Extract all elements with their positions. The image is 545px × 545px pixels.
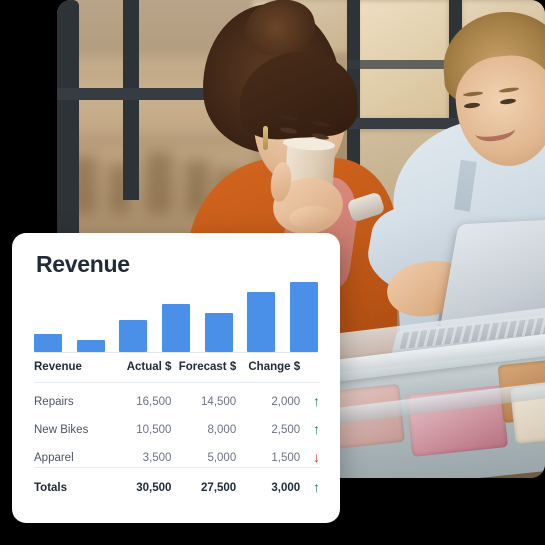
- cell-trend: ↑: [300, 383, 320, 411]
- revenue-bar-chart: [34, 275, 318, 353]
- trend-up-icon: ↑: [313, 479, 320, 495]
- bar-7: [289, 282, 318, 352]
- column-header-change: Change $: [248, 361, 301, 373]
- table-totals-row: Totals 30,500 27,500 3,000 ↑: [34, 468, 320, 495]
- bar-6: [247, 292, 276, 352]
- column-header-forecast: Forecast $: [178, 361, 237, 373]
- bar-5: [204, 313, 233, 352]
- trend-down-icon: ↓: [313, 449, 320, 465]
- cell-category: Apparel: [34, 451, 74, 464]
- table-row: Apparel 3,500 5,000 1,500 ↓: [34, 439, 320, 468]
- cell-forecast: 14,500: [201, 395, 237, 408]
- cell-actual: 30,500: [136, 481, 172, 494]
- column-header-revenue: Revenue: [34, 361, 82, 373]
- trend-up-icon: ↑: [313, 393, 320, 409]
- card-title: Revenue: [36, 251, 130, 277]
- cell-forecast: 5,000: [207, 451, 237, 464]
- bar-series: [34, 275, 318, 352]
- revenue-card: Revenue Revenue Actual $ Forecast $ Chan…: [12, 233, 340, 523]
- cell-trend: ↑: [300, 411, 320, 439]
- table-header-row: Revenue Actual $ Forecast $ Change $: [34, 361, 320, 383]
- cell-trend: ↓: [300, 439, 320, 468]
- cell-category: Repairs: [34, 395, 74, 408]
- cell-change: 2,000: [271, 395, 301, 408]
- table-row: New Bikes 10,500 8,000 2,500 ↑: [34, 411, 320, 439]
- cell-actual: 3,500: [142, 451, 172, 464]
- table-body: Repairs 16,500 14,500 2,000 ↑ New Bikes 10,500…: [34, 382, 320, 496]
- cell-forecast: 8,000: [207, 423, 237, 436]
- cell-change: 3,000: [271, 481, 301, 494]
- column-header-actual: Actual $: [126, 361, 172, 373]
- trend-up-icon: ↑: [313, 421, 320, 437]
- cell-trend: ↑: [300, 468, 320, 495]
- cell-category: Totals: [34, 481, 68, 494]
- cell-actual: 16,500: [136, 395, 172, 408]
- cell-forecast: 27,500: [201, 481, 237, 494]
- cell-change: 1,500: [271, 451, 301, 464]
- cell-change: 2,500: [271, 423, 301, 436]
- table-head: Revenue Actual $ Forecast $ Change $: [34, 361, 320, 383]
- table-row: Repairs 16,500 14,500 2,000 ↑: [34, 383, 320, 411]
- bar-3: [119, 320, 148, 352]
- cell-actual: 10,500: [136, 423, 172, 436]
- column-header-trend: [300, 361, 320, 383]
- cell-category: New Bikes: [34, 423, 89, 436]
- chart-baseline-axis: [34, 352, 318, 353]
- revenue-table: Revenue Actual $ Forecast $ Change $ Rep…: [34, 361, 320, 495]
- woman-earring: [263, 126, 268, 150]
- bar-2: [76, 340, 105, 352]
- window-frame: [123, 0, 139, 200]
- bar-4: [161, 304, 190, 352]
- bar-1: [34, 334, 62, 352]
